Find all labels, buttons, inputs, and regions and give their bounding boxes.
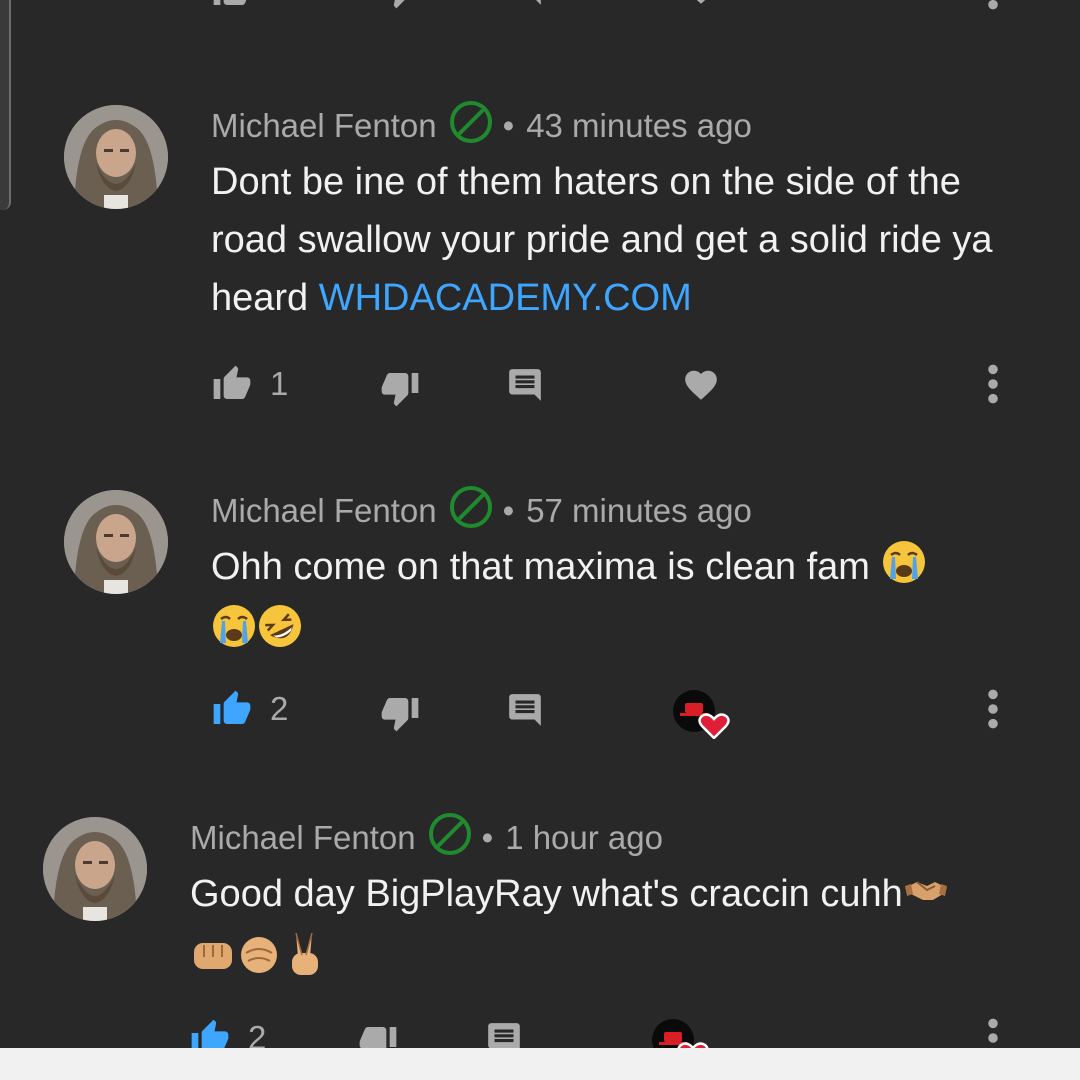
comment-text: Dont be ine of them haters on the side o… (211, 153, 1001, 327)
no-symbol-badge-icon (449, 485, 493, 537)
thumbs-up-icon (191, 1019, 229, 1048)
avatar[interactable] (43, 817, 147, 921)
creator-heart-badge[interactable] (672, 689, 736, 740)
previous-comment-actions (0, 0, 1080, 22)
crying-face-emoji (211, 603, 257, 666)
rofl-face-emoji (257, 603, 303, 666)
thumbs-down-icon (359, 1027, 397, 1048)
no-symbol-badge-icon (449, 100, 493, 152)
comment-actions: 1 (0, 356, 1080, 416)
no-symbol-badge-icon (428, 812, 472, 864)
more-options-button[interactable] (978, 687, 1008, 731)
separator-dot: • (502, 107, 515, 144)
reply-button[interactable] (506, 366, 544, 404)
reply-icon (509, 694, 541, 726)
author-name[interactable]: Michael Fenton (190, 819, 416, 857)
like-button[interactable]: 2 (212, 689, 288, 729)
victory-hand-emoji (282, 929, 328, 994)
like-button[interactable]: 2 (190, 1018, 266, 1048)
like-count: 1 (270, 365, 289, 402)
bottom-bar (0, 1048, 1080, 1080)
fist-bump-emoji (236, 933, 282, 994)
avatar[interactable] (64, 490, 168, 594)
fist-bump-emoji (190, 933, 236, 994)
comment-meta: Michael Fenton • 1 hour ago (190, 813, 663, 860)
handshake-emoji (903, 871, 949, 929)
comment-text: Good day BigPlayRay what's craccin cuhh (190, 865, 1010, 994)
thumbs-down-icon (381, 373, 419, 407)
reply-button[interactable] (485, 1020, 523, 1048)
heart-icon (685, 370, 717, 400)
comment-actions: 2 (0, 1010, 1080, 1048)
reply-icon (536, 0, 541, 5)
more-vert-icon (988, 364, 998, 404)
like-count: 2 (248, 1019, 267, 1048)
timestamp[interactable]: 43 minutes ago (526, 107, 752, 145)
more-vert-icon (988, 0, 998, 10)
thumbs-down-icon (393, 0, 405, 9)
thumbs-up-icon (213, 0, 247, 5)
reply-icon (509, 369, 541, 401)
avatar-photo (64, 490, 168, 594)
more-options-button[interactable] (978, 362, 1008, 406)
creator-heart-icon (673, 690, 730, 740)
more-options-button[interactable] (978, 1016, 1008, 1048)
comments-feed[interactable]: Michael Fenton • 43 minutes ago Dont be … (0, 0, 1080, 1048)
author-name[interactable]: Michael Fenton (211, 492, 437, 530)
like-count: 2 (270, 690, 289, 727)
comment-text-content: Good day BigPlayRay what's craccin cuhh (190, 873, 903, 915)
scrollbar[interactable] (0, 0, 11, 210)
comment-meta: Michael Fenton • 43 minutes ago (211, 101, 752, 148)
heart-button[interactable] (682, 366, 720, 404)
reply-button[interactable] (506, 691, 544, 729)
comment-link[interactable]: WHDACADEMY.COM (319, 277, 692, 319)
more-options-button[interactable] (978, 0, 1008, 12)
dislike-button[interactable] (380, 0, 420, 10)
more-vert-icon (988, 1018, 998, 1048)
comment-text: Ohh come on that maxima is clean fam (211, 538, 991, 666)
heart-icon (696, 0, 706, 4)
more-vert-icon (988, 689, 998, 729)
comment-actions: 2 (0, 681, 1080, 741)
thumbs-down-icon (381, 698, 419, 732)
thumbs-up-icon (213, 365, 251, 399)
comment-meta: Michael Fenton • 57 minutes ago (211, 486, 752, 533)
creator-heart-badge[interactable] (651, 1018, 715, 1048)
like-button[interactable]: 1 (212, 364, 288, 404)
avatar[interactable] (64, 105, 168, 209)
author-name[interactable]: Michael Fenton (211, 107, 437, 145)
like-button[interactable] (212, 0, 252, 10)
avatar-photo (64, 105, 168, 209)
reply-button[interactable] (506, 0, 544, 8)
dislike-button[interactable] (380, 693, 420, 733)
separator-dot: • (481, 819, 494, 856)
reply-icon (488, 1023, 520, 1048)
crying-face-emoji (881, 539, 927, 602)
thumbs-up-icon (213, 690, 251, 724)
comment-text-content: Ohh come on that maxima is clean fam (211, 546, 870, 588)
separator-dot: • (502, 492, 515, 529)
timestamp[interactable]: 1 hour ago (505, 819, 663, 857)
heart-button[interactable] (682, 0, 720, 8)
creator-heart-icon (652, 1019, 709, 1048)
avatar-photo (43, 817, 147, 921)
dislike-button[interactable] (358, 1022, 398, 1048)
timestamp[interactable]: 57 minutes ago (526, 492, 752, 530)
dislike-button[interactable] (380, 368, 420, 408)
